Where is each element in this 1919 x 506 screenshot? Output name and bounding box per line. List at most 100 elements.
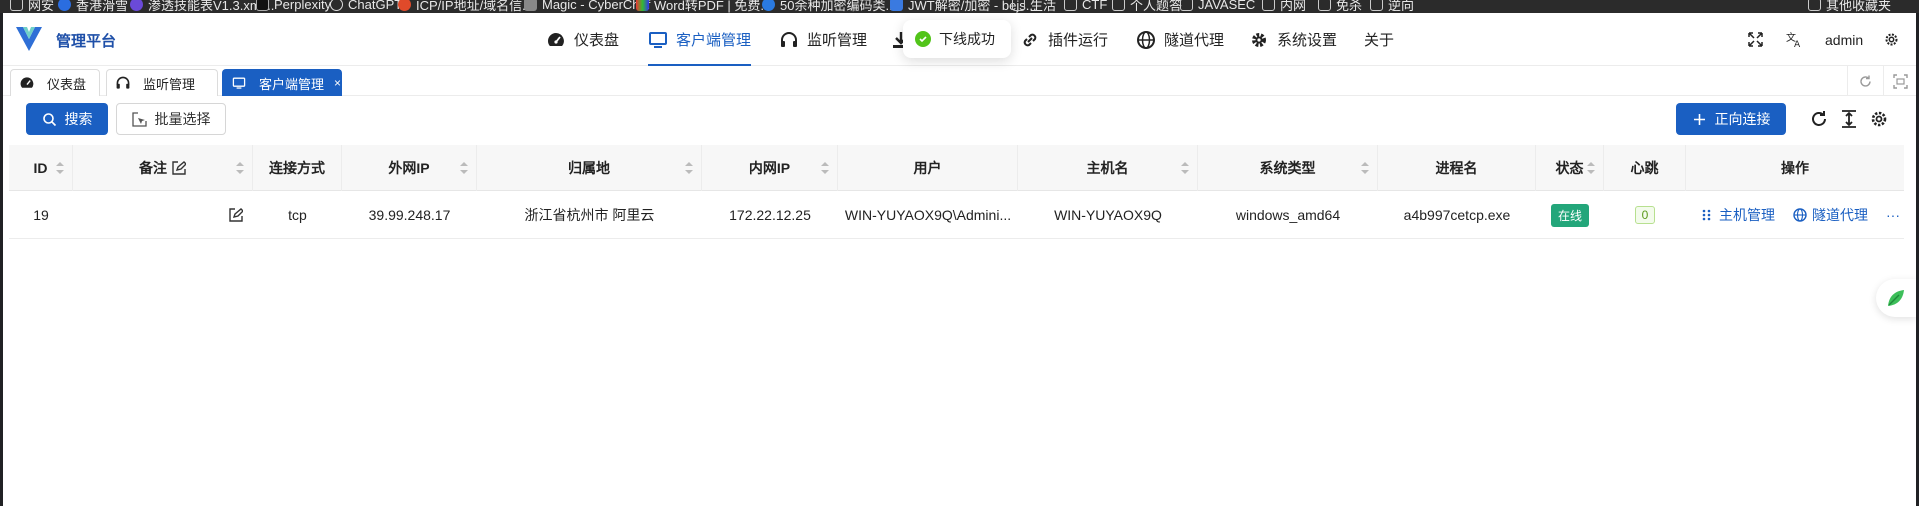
other-bookmarks[interactable]: 其他收藏夹 xyxy=(1808,0,1891,13)
settings-button[interactable] xyxy=(1883,13,1900,66)
table-row[interactable]: 19 tcp 39.99.248.17 浙江省杭州市 阿里云 172.22.12… xyxy=(9,191,1904,239)
check-circle-icon xyxy=(915,31,931,47)
column-header-remark[interactable]: 备注 xyxy=(73,145,253,191)
status-badge: 在线 xyxy=(1550,203,1589,227)
tabs-maximize-button[interactable] xyxy=(1883,66,1916,96)
floating-assistant-button[interactable] xyxy=(1876,279,1916,317)
cell-os-type: windows_amd64 xyxy=(1235,207,1341,223)
tunnel-proxy-link[interactable]: 隧道代理 xyxy=(1793,205,1868,225)
column-header-external-ip[interactable]: 外网IP xyxy=(342,145,477,191)
more-actions-button[interactable]: ··· xyxy=(1886,207,1900,223)
svg-text:A: A xyxy=(1794,40,1801,48)
column-height-icon[interactable] xyxy=(1839,109,1859,129)
bookmark-folder[interactable]: JAVASEC xyxy=(1180,0,1255,13)
bookmark-folder[interactable]: 个人题答 xyxy=(1112,0,1182,13)
bookmark-item[interactable]: 渗透技能表V1.3.xml... xyxy=(130,0,274,13)
select-icon xyxy=(131,111,147,127)
cell-connection: tcp xyxy=(288,207,307,223)
sort-icon[interactable] xyxy=(821,162,829,174)
site-icon xyxy=(256,0,269,11)
forward-connect-button[interactable]: 正向连接 xyxy=(1676,103,1786,135)
sort-icon[interactable] xyxy=(56,162,64,174)
column-header-actions: 操作 xyxy=(1781,160,1809,176)
column-header-location[interactable]: 归属地 xyxy=(477,145,702,191)
tab-close-icon[interactable]: × xyxy=(334,76,341,90)
bookmark-folder[interactable]: 免杀 xyxy=(1318,0,1362,13)
bookmark-item[interactable]: ChatGPT xyxy=(330,0,402,13)
site-icon xyxy=(398,0,411,11)
sort-icon[interactable] xyxy=(460,162,468,174)
tab-listener-management[interactable]: 监听管理 xyxy=(106,69,218,96)
bookmark-item[interactable]: ICP/IP地址/域名信... xyxy=(398,0,533,13)
column-header-heartbeat: 心跳 xyxy=(1604,145,1686,191)
user-menu[interactable]: admin xyxy=(1825,13,1863,66)
folder-icon xyxy=(1318,0,1331,11)
bookmark-item[interactable]: 50余种加密编码类... xyxy=(762,0,896,13)
tab-dashboard[interactable]: 仪表盘 xyxy=(10,69,100,96)
brand-title: 管理平台 xyxy=(56,33,117,50)
batch-select-button[interactable]: 批量选择 xyxy=(116,103,226,135)
nav-system-settings[interactable]: 系统设置 xyxy=(1249,13,1337,66)
globe-icon xyxy=(1137,30,1155,49)
bookmark-folder[interactable]: CTF xyxy=(1064,0,1107,13)
bookmark-item[interactable]: 香港滑雪 xyxy=(58,0,128,13)
cell-hostname: WIN-YUYAOX9Q xyxy=(1054,207,1162,223)
cell-external-ip: 39.99.248.17 xyxy=(368,207,451,223)
column-header-process: 进程名 xyxy=(1378,145,1536,191)
folder-icon xyxy=(1064,0,1077,11)
folder-icon xyxy=(1370,0,1383,11)
language-button[interactable]: 文A xyxy=(1786,13,1803,66)
nav-dashboard[interactable]: 仪表盘 xyxy=(546,13,619,66)
bookmark-item[interactable]: 网安 xyxy=(10,0,54,13)
sort-icon[interactable] xyxy=(236,162,244,174)
nav-about[interactable]: 关于 xyxy=(1364,13,1394,66)
drag-dots-icon xyxy=(1702,209,1711,221)
column-header-os-type[interactable]: 系统类型 xyxy=(1198,145,1378,191)
site-icon xyxy=(524,0,537,11)
cell-internal-ip: 172.22.12.25 xyxy=(729,207,811,223)
bookmark-item[interactable]: Magic - CyberChef xyxy=(524,0,650,13)
bookmark-item[interactable]: Perplexity xyxy=(256,0,331,13)
bookmark-folder[interactable]: 内网 xyxy=(1262,0,1306,13)
host-management-link[interactable]: 主机管理 xyxy=(1700,205,1775,225)
sort-icon[interactable] xyxy=(1361,162,1369,174)
fullscreen-button[interactable] xyxy=(1747,13,1764,66)
monitor-icon xyxy=(232,77,246,89)
tabs-bar: 仪表盘 监听管理 客户端管理 × xyxy=(3,66,1916,96)
tabs-refresh-button[interactable] xyxy=(1847,66,1883,96)
folder-icon xyxy=(1112,0,1125,11)
column-header-hostname[interactable]: 主机名 xyxy=(1018,145,1198,191)
leaf-icon xyxy=(1888,290,1904,306)
sort-icon[interactable] xyxy=(685,162,693,174)
cell-user: WIN-YUYAOX9Q\Admini... xyxy=(844,207,1012,223)
column-header-internal-ip[interactable]: 内网IP xyxy=(702,145,838,191)
nav-plugin-run[interactable]: 插件运行 xyxy=(1020,13,1108,66)
dashboard-icon xyxy=(20,77,34,88)
search-icon xyxy=(42,112,56,126)
column-header-id[interactable]: ID xyxy=(9,145,73,191)
column-header-status[interactable]: 状态 xyxy=(1536,145,1604,191)
bookmark-item[interactable]: Word转PDF | 免费... xyxy=(636,0,771,13)
nav-tunnel-proxy[interactable]: 隧道代理 xyxy=(1136,13,1224,66)
column-header-user: 用户 xyxy=(838,145,1018,191)
maximize-icon xyxy=(1892,73,1908,89)
cell-remark xyxy=(73,191,253,239)
translate-icon: 文A xyxy=(1786,31,1801,48)
bookmark-folder[interactable]: 生活 xyxy=(1012,0,1056,13)
success-toast: 下线成功 xyxy=(903,20,1011,58)
heartbeat-badge: 0 xyxy=(1634,206,1656,224)
settings-icon[interactable] xyxy=(1869,109,1889,129)
bookmark-folder[interactable]: 逆向 xyxy=(1370,0,1414,13)
sort-icon[interactable] xyxy=(1587,162,1595,174)
globe-icon xyxy=(1793,208,1807,222)
cell-id: 19 xyxy=(33,207,49,223)
tab-client-management[interactable]: 客户端管理 × xyxy=(222,69,342,96)
refresh-icon[interactable] xyxy=(1809,109,1829,129)
nav-client-management[interactable]: 客户端管理 xyxy=(648,13,752,66)
search-button[interactable]: 搜索 xyxy=(26,103,108,135)
sort-icon[interactable] xyxy=(1181,162,1189,174)
edit-icon[interactable] xyxy=(229,208,243,222)
fullscreen-icon xyxy=(1748,32,1763,47)
nav-listener-management[interactable]: 监听管理 xyxy=(779,13,867,66)
cell-heartbeat: 0 xyxy=(1604,191,1686,239)
